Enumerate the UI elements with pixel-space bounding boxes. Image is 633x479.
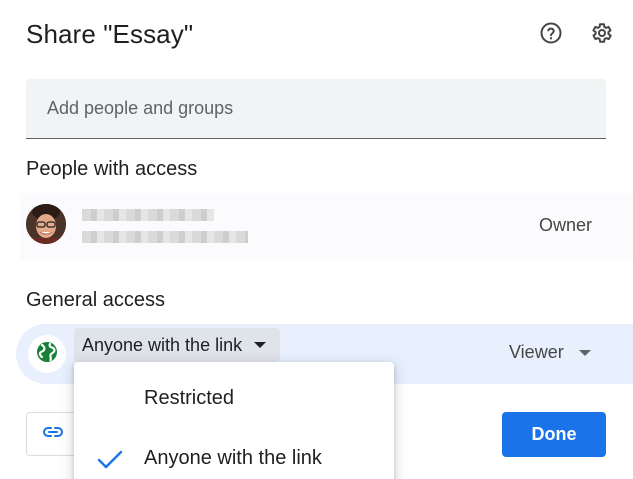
general-access-heading: General access <box>26 289 165 311</box>
add-people-field[interactable] <box>26 79 606 139</box>
help-button[interactable] <box>537 19 565 47</box>
help-circle-icon <box>539 21 563 45</box>
caret-down-icon <box>578 349 591 356</box>
redacted-user-email <box>82 231 248 243</box>
checkmark-icon <box>96 448 124 477</box>
user-avatar <box>26 204 66 244</box>
add-people-input[interactable] <box>26 79 606 138</box>
globe-icon-badge <box>28 335 66 373</box>
share-dialog: Share "Essay" People with access <box>0 0 633 479</box>
globe-icon <box>35 340 59 369</box>
menu-item-anyone-with-link[interactable]: Anyone with the link <box>74 430 394 479</box>
general-access-menu: Restricted Anyone with the link <box>74 362 394 479</box>
caret-down-icon <box>254 342 267 348</box>
role-dropdown[interactable]: Viewer <box>509 342 591 363</box>
role-label-owner: Owner <box>538 215 592 235</box>
person-row-owner: Owner <box>20 193 633 261</box>
redacted-user-name <box>82 209 214 221</box>
menu-item-restricted[interactable]: Restricted <box>74 370 394 430</box>
role-dropdown-label: Viewer <box>509 342 564 362</box>
dialog-title: Share "Essay" <box>26 19 194 49</box>
people-with-access-heading: People with access <box>26 158 198 180</box>
menu-item-label: Restricted <box>144 387 235 409</box>
link-icon <box>41 420 65 449</box>
general-access-dropdown[interactable]: Anyone with the link <box>74 328 281 362</box>
done-button[interactable]: Done <box>502 412 606 457</box>
settings-button[interactable] <box>587 19 615 47</box>
menu-item-label: Anyone with the link <box>144 447 322 469</box>
general-access-selected: Anyone with the link <box>82 334 243 355</box>
gear-icon <box>589 21 613 45</box>
